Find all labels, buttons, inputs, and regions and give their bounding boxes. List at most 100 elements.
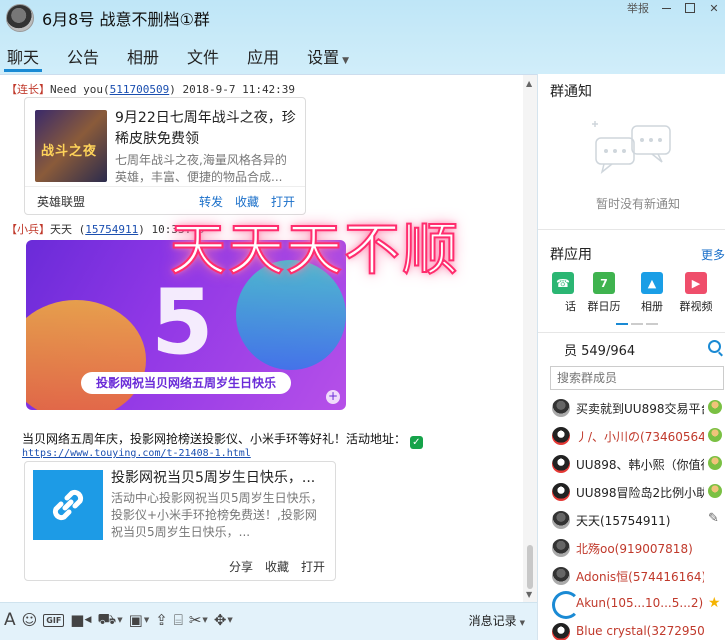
overlay-caption: 天天天不顺 <box>169 217 460 284</box>
member-name: Adonis恒(574416164) <box>576 570 704 584</box>
app-calendar[interactable]: 7 群日历 <box>580 272 628 314</box>
member-row[interactable]: Adonis恒(574416164) <box>538 562 725 590</box>
minimize-icon[interactable] <box>659 1 673 15</box>
notice-title: 群通知 <box>550 84 592 100</box>
apps-more-link[interactable]: 更多 <box>701 246 725 263</box>
maximize-icon[interactable] <box>683 1 697 15</box>
scroll-down-icon[interactable]: ▼ <box>526 590 532 599</box>
member-name: 天天(15754911) <box>576 514 671 528</box>
group-avatar[interactable] <box>6 4 34 32</box>
member-name: 北殇oo(919007818) <box>576 542 693 556</box>
member-name: UU898、韩小熙（你值得 <box>576 458 704 472</box>
group-side-panel: 群通知 暂时没有新通知 群应用 更多 ☎ 话 7 群日历 ▲ 相册 ▶ 群视频 … <box>537 74 725 640</box>
tab-apps[interactable]: 应用 <box>240 38 286 74</box>
share-button[interactable]: 分享 <box>229 558 253 575</box>
member-name: Blue crystal(327295088) <box>576 624 704 638</box>
admin-icon <box>708 456 722 470</box>
member-avatar <box>552 483 570 501</box>
app-album[interactable]: ▲ 相册 <box>628 272 676 314</box>
card-source: 英雄联盟 <box>37 195 86 209</box>
member-search-input[interactable] <box>550 366 724 390</box>
member-avatar <box>552 567 570 585</box>
chat-scrollbar[interactable]: ▲ ▼ <box>523 75 537 602</box>
member-row[interactable]: 天天(15754911) ✎ <box>538 506 725 534</box>
window-title: 6月8号 战意不删档①群 <box>42 10 210 29</box>
member-row[interactable]: 丿/、小川の(73460564 <box>538 422 725 450</box>
edit-icon[interactable]: ✎ <box>708 512 722 526</box>
tab-settings[interactable]: 设置 ▼ <box>300 38 356 74</box>
member-row[interactable]: Blue crystal(327295088) <box>538 618 725 640</box>
input-toolbar: A ☺ GIF ■ ◀ ⛟ ▼ ▣ ▼ ⇪ ⌸ ✂ ▼ ✥ ▼ 消息记录 ▼ <box>0 602 537 640</box>
member-avatar <box>552 427 570 445</box>
member-row[interactable]: Akun(105...10...5...2) ★ <box>538 590 725 619</box>
scissors-icon[interactable]: ✂ ▼ <box>189 611 208 629</box>
message-link[interactable]: https://www.touying.com/t-21408-1.html <box>22 448 251 459</box>
sender-qq[interactable]: 511700509 <box>110 83 170 96</box>
title-bar: 6月8号 战意不删档①群 举报 <box>0 0 725 36</box>
open-button[interactable]: 打开 <box>301 558 325 575</box>
members-count: 员 549/964 <box>564 344 636 359</box>
member-row[interactable]: UU898、韩小熙（你值得 <box>538 450 725 478</box>
tab-album[interactable]: 相册 <box>120 38 166 74</box>
card-title: 9月22日七周年战斗之夜，珍稀皮肤免费领 <box>115 110 296 147</box>
close-icon[interactable] <box>707 1 721 15</box>
member-avatar <box>552 511 570 529</box>
main-tabs: 聊天 公告 相册 文件 应用 设置 ▼ <box>0 38 370 74</box>
member-row[interactable]: 北殇oo(919007818) <box>538 534 725 562</box>
report-button[interactable]: 举报 <box>627 0 649 16</box>
app-list: ☎ 话 7 群日历 ▲ 相册 ▶ 群视频 <box>538 272 716 314</box>
share-card-link[interactable]: 投影网祝当贝5周岁生日快乐，... 活动中心投影网祝当贝5周岁生日快乐，投影仪+… <box>24 461 336 581</box>
screenshot-icon[interactable]: ⛟ ▼ <box>97 610 122 629</box>
divider <box>538 332 725 333</box>
divider <box>538 229 725 230</box>
gif-icon[interactable]: GIF <box>43 611 65 629</box>
member-badge: 【小兵】 <box>6 223 50 236</box>
window-controls: 举报 <box>627 0 721 16</box>
member-name: Akun(105...10...5...2) <box>576 596 704 610</box>
member-avatar <box>552 623 570 640</box>
search-icon[interactable] <box>708 340 721 353</box>
member-row[interactable]: UU898冒险岛2比例小助 <box>538 478 725 506</box>
send-file-icon[interactable]: ⇪ <box>155 611 168 629</box>
message-time: 2018-9-7 11:42:39 <box>182 83 296 96</box>
card-description: 七周年战斗之夜,海量风格各异的英雄，丰富、便捷的物品合成... <box>115 153 287 184</box>
card-thumbnail: 战斗之夜 <box>35 110 107 182</box>
scroll-up-icon[interactable]: ▲ <box>526 79 532 88</box>
message-header: 【连长】Need you(511700509) 2018-9-7 11:42:3… <box>6 83 296 96</box>
chevron-down-icon: ▼ <box>342 56 350 66</box>
sender-qq[interactable]: 15754911 <box>85 223 138 236</box>
calendar-icon: 7 <box>593 272 615 294</box>
app-video[interactable]: ▶ 群视频 <box>676 272 716 314</box>
link-icon <box>52 489 84 521</box>
tab-announcement[interactable]: 公告 <box>60 38 106 74</box>
verified-shield-icon: ✓ <box>409 436 423 449</box>
sender-name[interactable]: 天天 <box>50 223 72 236</box>
tab-files[interactable]: 文件 <box>180 38 226 74</box>
video-call-icon[interactable]: ■ ◀ <box>70 611 91 629</box>
apps-title: 群应用 <box>550 247 592 263</box>
zoom-icon[interactable]: + <box>326 390 340 404</box>
app-phone[interactable]: ☎ 话 <box>552 272 580 314</box>
scroll-thumb[interactable] <box>527 545 533 589</box>
message-history-button[interactable]: 消息记录 ▼ <box>469 612 525 629</box>
member-list[interactable]: 买卖就到UU898交易平台 丿/、小川の(73460564 UU898、韩小熙（… <box>538 394 725 640</box>
tab-chat[interactable]: 聊天 <box>0 38 46 74</box>
chevron-down-icon: ▼ <box>519 619 525 627</box>
app-pager[interactable] <box>616 323 658 325</box>
chat-history[interactable]: 【连长】Need you(511700509) 2018-9-7 11:42:3… <box>0 74 537 602</box>
member-name: UU898冒险岛2比例小助 <box>576 486 704 500</box>
gift-icon[interactable]: ⌸ <box>174 611 183 629</box>
link-thumbnail <box>33 470 103 540</box>
message-text: 当贝网络五周年庆，投影网抢榜送投影仪、小米手环等好礼！活动地址： ✓ <box>22 430 423 449</box>
image-icon[interactable]: ▣ ▼ <box>129 611 150 629</box>
emoji-icon[interactable]: ☺ <box>22 611 38 629</box>
member-row[interactable]: 买卖就到UU898交易平台 <box>538 394 725 422</box>
share-card-lol[interactable]: 战斗之夜 9月22日七周年战斗之夜，珍稀皮肤免费领 七周年战斗之夜,海量风格各异… <box>24 97 306 215</box>
member-avatar <box>552 455 570 473</box>
sender-name[interactable]: Need you <box>50 83 103 96</box>
font-icon[interactable]: A <box>4 610 16 630</box>
favorite-button[interactable]: 收藏 <box>265 558 289 575</box>
more-icon[interactable]: ✥ ▼ <box>214 611 233 629</box>
member-avatar <box>552 539 570 557</box>
card-title: 投影网祝当贝5周岁生日快乐，... <box>111 470 316 486</box>
